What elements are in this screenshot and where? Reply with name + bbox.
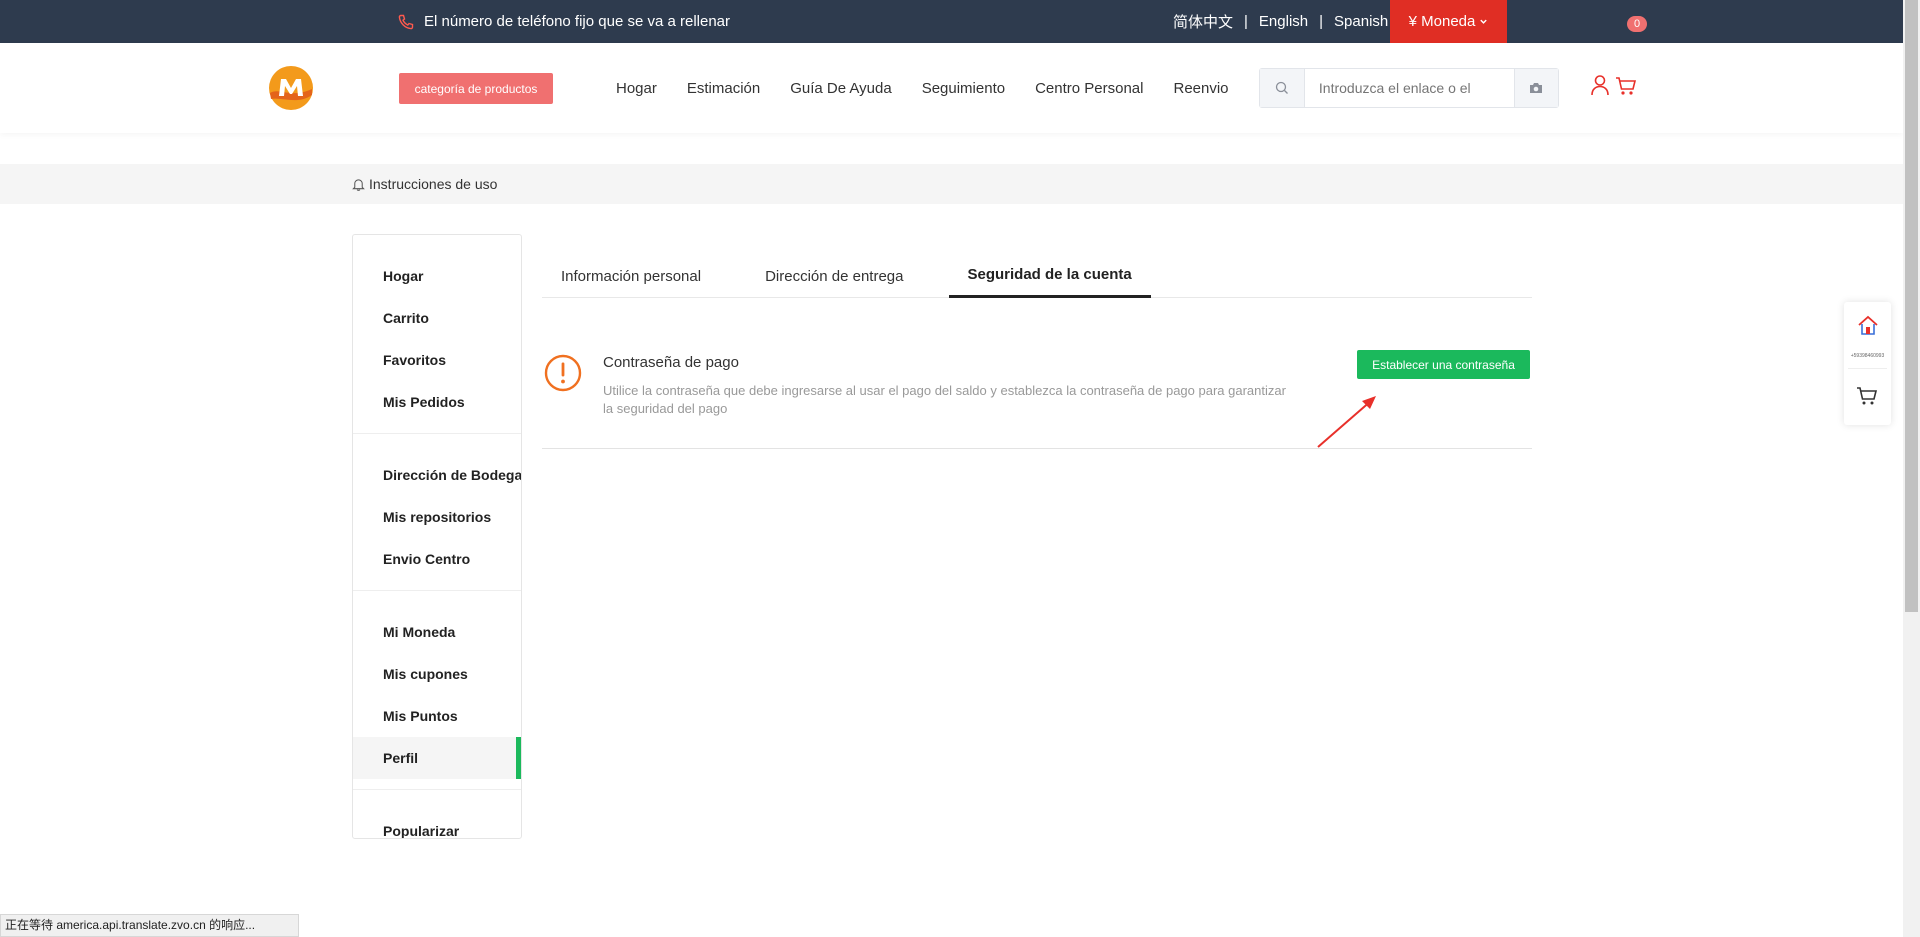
floating-toolbar: +59398460993 (1844, 302, 1891, 425)
home-icon[interactable] (1857, 314, 1879, 336)
product-category-button[interactable]: categoría de productos (399, 73, 553, 104)
lang-en-link[interactable]: English (1259, 13, 1308, 30)
search-bar (1259, 68, 1559, 108)
image-search-button[interactable] (1513, 69, 1558, 107)
notice-bar: Instrucciones de uso (0, 164, 1903, 204)
search-icon (1275, 81, 1288, 94)
profile-tabs: Información personal Dirección de entreg… (542, 254, 1532, 298)
header: categoría de productos Hogar Estimación … (0, 43, 1903, 133)
float-contact-text: +59398460993 (1850, 353, 1885, 359)
sidebar-group: Hogar Carrito Favoritos Mis Pedidos (353, 235, 521, 434)
phone-icon (398, 14, 414, 29)
sidebar-item-favoritos[interactable]: Favoritos (353, 339, 521, 381)
sidebar-item-mis-repositorios[interactable]: Mis repositorios (353, 496, 521, 538)
tab-account-security[interactable]: Seguridad de la cuenta (948, 254, 1151, 298)
currency-dropdown[interactable]: ¥ Moneda (1390, 0, 1507, 43)
sidebar-group: Dirección de Bodega Mis repositorios Env… (353, 434, 521, 591)
sidebar-item-popularizar[interactable]: Popularizar (353, 810, 521, 838)
logo-icon[interactable] (268, 65, 314, 111)
payment-password-title: Contraseña de pago (603, 354, 739, 371)
sidebar-item-hogar[interactable]: Hogar (353, 255, 521, 297)
payment-password-row: Contraseña de pago Utilice la contraseña… (542, 340, 1532, 449)
currency-label: ¥ Moneda (1408, 13, 1476, 30)
lang-zh-link[interactable]: 简体中文 (1173, 11, 1233, 32)
sidebar-item-mi-moneda[interactable]: Mi Moneda (353, 611, 521, 653)
page: El número de teléfono fijo que se va a r… (0, 0, 1920, 937)
float-divider (1848, 368, 1887, 369)
top-bar: El número de teléfono fijo que se va a r… (0, 0, 1903, 43)
annotation-arrow (1317, 396, 1376, 448)
lang-separator: | (1319, 13, 1324, 30)
account-sidebar: Hogar Carrito Favoritos Mis Pedidos Dire… (352, 234, 522, 839)
sidebar-item-direccion-bodega[interactable]: Dirección de Bodega (353, 454, 521, 496)
nav-item[interactable]: Centro Personal (1035, 80, 1143, 97)
nav-item[interactable]: Reenvio (1173, 80, 1228, 97)
lang-separator: | (1244, 13, 1248, 30)
sidebar-item-carrito[interactable]: Carrito (353, 297, 521, 339)
nav-item[interactable]: Guía De Ayuda (790, 80, 891, 97)
sidebar-item-envio-centro[interactable]: Envio Centro (353, 538, 521, 580)
search-input[interactable] (1304, 69, 1514, 107)
sidebar-item-perfil[interactable]: Perfil (353, 737, 521, 779)
sidebar-group: Popularizar (353, 790, 521, 838)
nav-item[interactable]: Hogar (616, 80, 657, 97)
warning-circle-icon (544, 354, 582, 392)
scrollbar-thumb[interactable] (1905, 0, 1918, 612)
cart-icon[interactable] (1615, 76, 1637, 96)
notice-text: Instrucciones de uso (369, 176, 498, 192)
cart-icon[interactable] (1856, 386, 1878, 406)
sidebar-group: Mi Moneda Mis cupones Mis Puntos Perfil (353, 591, 521, 790)
phone-info: El número de teléfono fijo que se va a r… (398, 0, 730, 43)
search-icon-box[interactable] (1260, 69, 1305, 107)
language-switcher: 简体中文 | English | Spanish (1173, 0, 1388, 43)
sidebar-item-mis-puntos[interactable]: Mis Puntos (353, 695, 521, 737)
usage-instructions[interactable]: Instrucciones de uso (352, 164, 497, 204)
nav-item[interactable]: Seguimiento (922, 80, 1005, 97)
tab-personal-info[interactable]: Información personal (542, 254, 720, 298)
browser-status-bar: 正在等待 america.api.translate.zvo.cn 的响应... (0, 914, 299, 937)
chevron-down-icon (1480, 19, 1488, 24)
lang-es-link[interactable]: Spanish (1334, 13, 1388, 30)
bell-icon (352, 178, 365, 191)
tab-delivery-address[interactable]: Dirección de entrega (746, 254, 922, 298)
sidebar-item-mis-pedidos[interactable]: Mis Pedidos (353, 381, 521, 423)
set-password-button[interactable]: Establecer una contraseña (1357, 350, 1530, 379)
camera-icon (1530, 83, 1543, 93)
main-nav: Hogar Estimación Guía De Ayuda Seguimien… (616, 43, 1259, 133)
sidebar-item-mis-cupones[interactable]: Mis cupones (353, 653, 521, 695)
phone-text: El número de teléfono fijo que se va a r… (424, 13, 731, 30)
nav-item[interactable]: Estimación (687, 80, 760, 97)
payment-password-description: Utilice la contraseña que debe ingresars… (603, 383, 1286, 416)
page-scrollbar[interactable] (1903, 0, 1920, 937)
cart-count-badge: 0 (1627, 16, 1647, 32)
user-icon[interactable] (1590, 74, 1610, 96)
